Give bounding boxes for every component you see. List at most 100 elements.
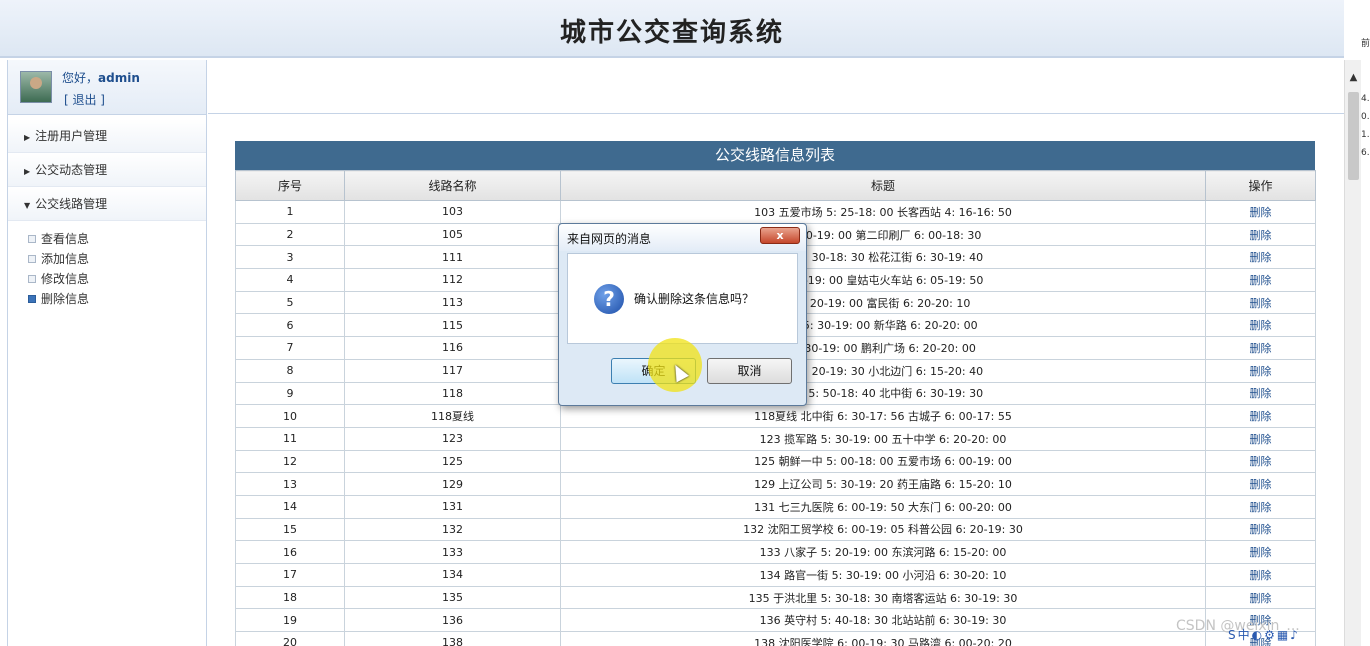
confirm-cancel-button[interactable]: 取消: [707, 358, 792, 384]
bullet-icon: [28, 275, 36, 283]
cell-title: 134 路官一街 5: 30-19: 00 小河沿 6: 30-20: 10: [560, 563, 1206, 587]
delete-link[interactable]: 删除: [1205, 563, 1316, 587]
table-caption: 公交线路信息列表: [235, 141, 1315, 170]
column-header-line-name: 线路名称: [344, 170, 561, 201]
delete-link[interactable]: 删除: [1205, 494, 1316, 519]
table-row: 18 135 135 于洪北里 5: 30-18: 30 南塔客运站 6: 30-1…: [235, 585, 1316, 610]
nav-group-user-management[interactable]: ▶ 注册用户管理: [8, 119, 206, 153]
delete-link[interactable]: 删除: [1205, 268, 1316, 292]
system-tray-icons: S中◐⚙▦♪: [1228, 628, 1300, 642]
delete-link[interactable]: 删除: [1205, 540, 1316, 564]
submenu-label: 删除信息: [41, 292, 90, 306]
bus-lines-submenu: 查看信息 添加信息 修改信息 删除信息: [8, 221, 206, 309]
table-row: 17 134 134 路官一街 5: 30-19: 00 小河沿 6: 30-20:…: [235, 563, 1316, 587]
cell-line-name: 115: [344, 313, 561, 338]
submenu-label: 修改信息: [41, 272, 90, 286]
cell-title: 136 英守村 5: 40-18: 30 北站站前 6: 30-19: 30: [560, 608, 1206, 633]
dialog-close-button[interactable]: x: [760, 227, 800, 244]
delete-link[interactable]: 删除: [1205, 313, 1316, 338]
delete-link[interactable]: 删除: [1205, 222, 1316, 247]
submenu-item-delete[interactable]: 删除信息: [28, 289, 206, 309]
cell-line-name: 132: [344, 517, 561, 542]
cell-index: 5: [235, 290, 345, 315]
cell-index: 4: [235, 268, 345, 292]
table-row: 11 123 123 揽军路 5: 30-19: 00 五十中学 6: 20-20:…: [235, 426, 1316, 451]
cell-title: 129 上辽公司 5: 30-19: 20 药王庙路 6: 15-20: 10: [560, 472, 1206, 496]
cell-index: 17: [235, 563, 345, 587]
cell-index: 11: [235, 426, 345, 451]
right-edge-strip: 前 4.2 0. 1. 6.: [1361, 0, 1370, 646]
column-header-title: 标题: [560, 170, 1206, 201]
submenu-label: 查看信息: [41, 232, 90, 246]
scroll-thumb[interactable]: [1348, 92, 1359, 180]
username: admin: [98, 71, 140, 85]
scroll-up-icon[interactable]: ▲: [1345, 72, 1362, 86]
dialog-title: 来自网页的消息: [567, 232, 652, 246]
right-strip-text: 前: [1361, 39, 1370, 49]
submenu-item-add[interactable]: 添加信息: [28, 249, 206, 269]
table-row: 14 131 131 七三九医院 6: 00-19: 50 大东门 6: 00-20…: [235, 494, 1316, 519]
cell-index: 14: [235, 494, 345, 519]
dialog-titlebar[interactable]: 来自网页的消息 x: [559, 224, 806, 251]
delete-link[interactable]: 删除: [1205, 358, 1316, 383]
nav-group-bus-lines[interactable]: ▼ 公交线路管理: [8, 187, 206, 221]
right-strip-text: 4.2: [1361, 94, 1370, 104]
nav-group-bus-dynamics[interactable]: ▶ 公交动态管理: [8, 153, 206, 187]
table-header-row: 序号 线路名称 标题 操作: [235, 170, 1316, 201]
delete-link[interactable]: 删除: [1205, 404, 1316, 428]
delete-link[interactable]: 删除: [1205, 426, 1316, 451]
vertical-scrollbar[interactable]: ▲: [1344, 60, 1361, 646]
table-row: 10 118夏线 118夏线 北中街 6: 30-17: 56 古城子 6: 00-…: [235, 404, 1316, 428]
table-row: 12 125 125 朝鲜一中 5: 00-18: 00 五爱市场 6: 00-19…: [235, 449, 1316, 474]
right-strip-text: 6.: [1361, 148, 1370, 158]
delete-link[interactable]: 删除: [1205, 449, 1316, 474]
cell-line-name: 111: [344, 245, 561, 270]
cell-line-name: 129: [344, 472, 561, 496]
cell-line-name: 105: [344, 222, 561, 247]
delete-link[interactable]: 删除: [1205, 585, 1316, 610]
cell-line-name: 135: [344, 585, 561, 610]
delete-link[interactable]: 删除: [1205, 200, 1316, 224]
delete-link[interactable]: 删除: [1205, 472, 1316, 496]
cell-index: 18: [235, 585, 345, 610]
bullet-icon: [28, 235, 36, 243]
cell-index: 6: [235, 313, 345, 338]
dialog-body: ? 确认删除这条信息吗？: [567, 253, 798, 344]
cell-title: 131 七三九医院 6: 00-19: 50 大东门 6: 00-20: 00: [560, 494, 1206, 519]
submenu-item-view[interactable]: 查看信息: [28, 229, 206, 249]
page-title: 城市公交查询系统: [559, 18, 784, 48]
sidebar: 您好，admin [ 退出 ] ▶ 注册用户管理 ▶ 公交动态管理 ▼ 公交线路管理 …: [7, 60, 207, 646]
delete-link[interactable]: 删除: [1205, 290, 1316, 315]
cell-index: 2: [235, 222, 345, 247]
delete-link[interactable]: 删除: [1205, 245, 1316, 270]
cell-line-name: 117: [344, 358, 561, 383]
cell-index: 8: [235, 358, 345, 383]
table-row: 19 136 136 英守村 5: 40-18: 30 北站站前 6: 30-19:…: [235, 608, 1316, 633]
cell-index: 12: [235, 449, 345, 474]
cell-index: 9: [235, 381, 345, 406]
cell-index: 15: [235, 517, 345, 542]
bullet-icon: [28, 295, 36, 303]
cell-line-name: 118夏线: [344, 404, 561, 428]
greeting-text: 您好，: [62, 71, 99, 85]
caret-right-icon: ▶: [24, 167, 31, 176]
nav-group-label: 注册用户管理: [35, 129, 108, 143]
delete-link[interactable]: 删除: [1205, 517, 1316, 542]
cell-line-name: 103: [344, 200, 561, 224]
cell-line-name: 116: [344, 336, 561, 360]
caret-right-icon: ▶: [24, 133, 31, 142]
page-header: 城市公交查询系统: [0, 0, 1344, 58]
cell-line-name: 133: [344, 540, 561, 564]
cell-title: 118夏线 北中街 6: 30-17: 56 古城子 6: 00-17: 55: [560, 404, 1206, 428]
delete-link[interactable]: 删除: [1205, 381, 1316, 406]
cell-line-name: 123: [344, 426, 561, 451]
cell-index: 16: [235, 540, 345, 564]
right-strip-text: 0.: [1361, 112, 1370, 122]
logout-link[interactable]: [ 退出 ]: [64, 91, 105, 108]
cell-line-name: 131: [344, 494, 561, 519]
cell-index: 7: [235, 336, 345, 360]
submenu-item-edit[interactable]: 修改信息: [28, 269, 206, 289]
content-topbar: [208, 60, 1344, 114]
cell-line-name: 113: [344, 290, 561, 315]
delete-link[interactable]: 删除: [1205, 336, 1316, 360]
